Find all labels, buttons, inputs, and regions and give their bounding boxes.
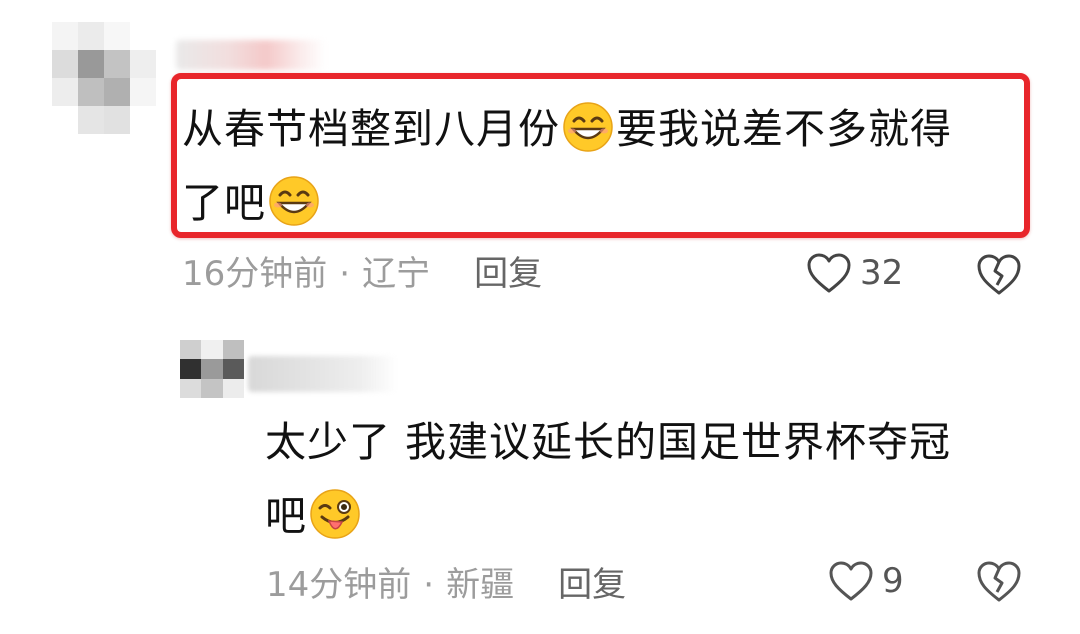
heart-icon [829, 561, 873, 601]
username-blurred[interactable] [176, 40, 326, 70]
comment-text-line: 太少了 我建议延长的国足世界杯夺冠 [265, 418, 952, 466]
comment-time: 14分钟前 [266, 565, 412, 605]
heart-icon [807, 253, 851, 293]
comment-meta: 16分钟前 · 辽宁 回复 [182, 254, 542, 294]
comment-text-line: 要我说差不多就得 [616, 105, 952, 153]
like-count: 9 [882, 561, 904, 601]
broken-heart-icon[interactable] [975, 252, 1023, 296]
meta-separator: · [423, 565, 435, 605]
meta-separator: · [339, 254, 351, 294]
grinning-face-icon [563, 102, 613, 152]
reply-button[interactable]: 回复 [474, 254, 542, 294]
comment-meta: 14分钟前 · 新疆 回复 [266, 565, 626, 605]
comment-text: 太少了 我建议延长的国足世界杯夺冠 吧 [265, 405, 1025, 553]
comment-text-line: 吧 [265, 492, 307, 540]
avatar[interactable] [52, 22, 156, 134]
reply-button[interactable]: 回复 [558, 565, 626, 605]
like-button[interactable]: 9 [828, 560, 904, 602]
like-button[interactable]: 32 [806, 252, 903, 294]
winking-tongue-face-icon [310, 489, 360, 539]
grinning-face-icon [269, 176, 319, 226]
comment-time: 16分钟前 [182, 254, 328, 294]
comment-text: 从春节档整到八月份 要我说差不多就得 了吧 [182, 92, 1012, 240]
comment-text-line: 了吧 [182, 179, 266, 227]
username-blurred[interactable] [248, 356, 398, 392]
like-count: 32 [860, 253, 904, 293]
comment-location: 新疆 [446, 565, 515, 605]
comment-text-line: 从春节档整到八月份 [182, 105, 560, 153]
broken-heart-icon[interactable] [975, 559, 1023, 603]
avatar[interactable] [180, 340, 244, 398]
comment-location: 辽宁 [362, 254, 431, 294]
